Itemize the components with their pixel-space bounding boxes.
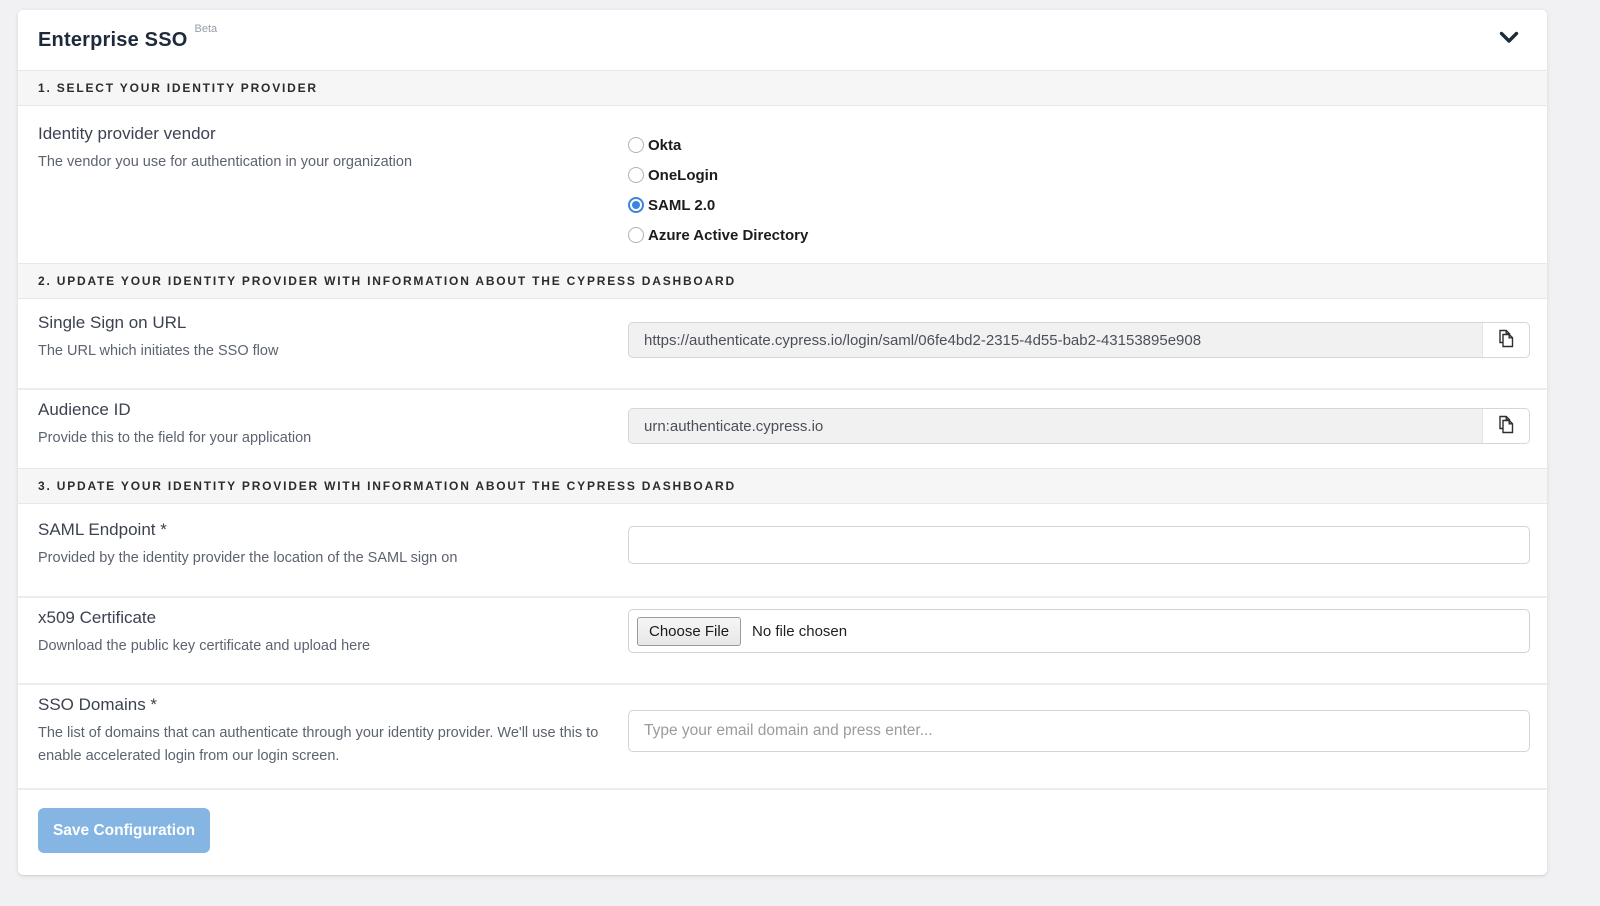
certificate-file-input: Choose File No file chosen (628, 609, 1530, 653)
radio-icon (628, 137, 644, 153)
field-row-x509-certificate: x509 Certificate Download the public key… (18, 598, 1547, 685)
section-heading-select-identity-provider: 1. SELECT YOUR IDENTITY PROVIDER (18, 70, 1547, 106)
field-description: Provide this to the field for your appli… (38, 427, 613, 450)
panel-title: Enterprise SSO (38, 29, 188, 52)
radio-icon (628, 167, 644, 183)
field-label: x509 Certificate (38, 608, 628, 628)
radio-onelogin[interactable]: OneLogin (628, 160, 1530, 190)
audience-id-group (628, 408, 1530, 444)
save-configuration-button[interactable]: Save Configuration (38, 808, 210, 853)
copy-icon (1496, 328, 1516, 352)
chevron-down-icon (1499, 31, 1519, 49)
section-heading-update-idp-info: 2. UPDATE YOUR IDENTITY PROVIDER WITH IN… (18, 263, 1547, 299)
radio-label: Okta (648, 137, 681, 154)
single-sign-on-url-input[interactable] (629, 323, 1483, 357)
radio-label: OneLogin (648, 167, 718, 184)
file-chosen-status: No file chosen (752, 623, 847, 640)
radio-label: SAML 2.0 (648, 197, 715, 214)
field-row-single-sign-on-url: Single Sign on URL The URL which initiat… (18, 299, 1547, 390)
vendor-radio-group: Okta OneLogin SAML 2.0 Azure Active Dire… (628, 130, 1530, 250)
choose-file-button[interactable]: Choose File (637, 617, 741, 646)
radio-icon (628, 197, 644, 213)
radio-label: Azure Active Directory (648, 227, 808, 244)
enterprise-sso-panel: Enterprise SSO Beta 1. SELECT YOUR IDENT… (18, 10, 1547, 875)
field-description: The vendor you use for authentication in… (38, 151, 613, 174)
single-sign-on-url-group (628, 322, 1530, 358)
radio-icon (628, 227, 644, 243)
radio-saml-2-0[interactable]: SAML 2.0 (628, 190, 1530, 220)
field-label: Audience ID (38, 400, 628, 420)
field-row-sso-domains: SSO Domains * The list of domains that c… (18, 685, 1547, 790)
field-description: The list of domains that can authenticat… (38, 722, 613, 768)
radio-azure-active-directory[interactable]: Azure Active Directory (628, 220, 1530, 250)
footer-row: Save Configuration (18, 790, 1547, 875)
audience-id-input[interactable] (629, 409, 1483, 443)
section-heading-update-idp-info-2: 3. UPDATE YOUR IDENTITY PROVIDER WITH IN… (18, 468, 1547, 504)
copy-sso-url-button[interactable] (1483, 323, 1529, 357)
field-label: Single Sign on URL (38, 313, 628, 333)
beta-badge: Beta (195, 23, 218, 35)
collapse-panel-button[interactable] (1495, 27, 1523, 53)
field-row-identity-provider-vendor: Identity provider vendor The vendor you … (18, 106, 1547, 263)
field-label: SAML Endpoint * (38, 520, 628, 540)
copy-audience-id-button[interactable] (1483, 409, 1529, 443)
radio-okta[interactable]: Okta (628, 130, 1530, 160)
field-label: Identity provider vendor (38, 124, 628, 144)
field-description: The URL which initiates the SSO flow (38, 340, 613, 363)
field-label: SSO Domains * (38, 695, 628, 715)
sso-domains-input[interactable] (628, 710, 1530, 752)
copy-icon (1496, 414, 1516, 438)
panel-header: Enterprise SSO Beta (18, 10, 1547, 70)
field-description: Download the public key certificate and … (38, 635, 613, 658)
field-description: Provided by the identity provider the lo… (38, 547, 613, 570)
field-row-audience-id: Audience ID Provide this to the field fo… (18, 390, 1547, 468)
saml-endpoint-input[interactable] (628, 526, 1530, 564)
field-row-saml-endpoint: SAML Endpoint * Provided by the identity… (18, 504, 1547, 598)
